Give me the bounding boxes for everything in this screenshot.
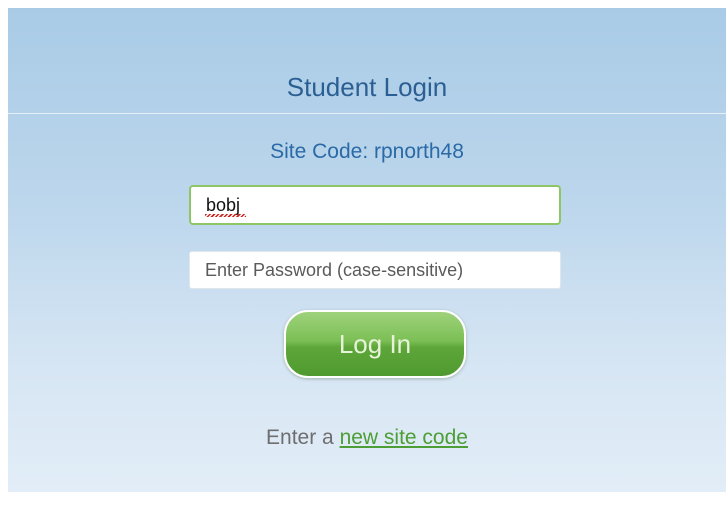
login-button[interactable]: Log In bbox=[284, 310, 466, 378]
login-title: Student Login bbox=[286, 72, 448, 102]
username-input[interactable] bbox=[189, 185, 561, 225]
title-divider bbox=[8, 113, 726, 114]
site-code-label: Site Code: rpnorth48 bbox=[270, 140, 464, 163]
spellcheck-underline bbox=[205, 214, 246, 217]
new-site-code-link[interactable]: new site code bbox=[340, 426, 468, 449]
password-input[interactable] bbox=[189, 251, 561, 289]
new-site-prefix: Enter a bbox=[266, 426, 340, 449]
new-site-code-prompt: Enter a new site code bbox=[8, 426, 726, 450]
login-panel: Student Login Site Code: rpnorth48 Log I… bbox=[8, 8, 726, 492]
